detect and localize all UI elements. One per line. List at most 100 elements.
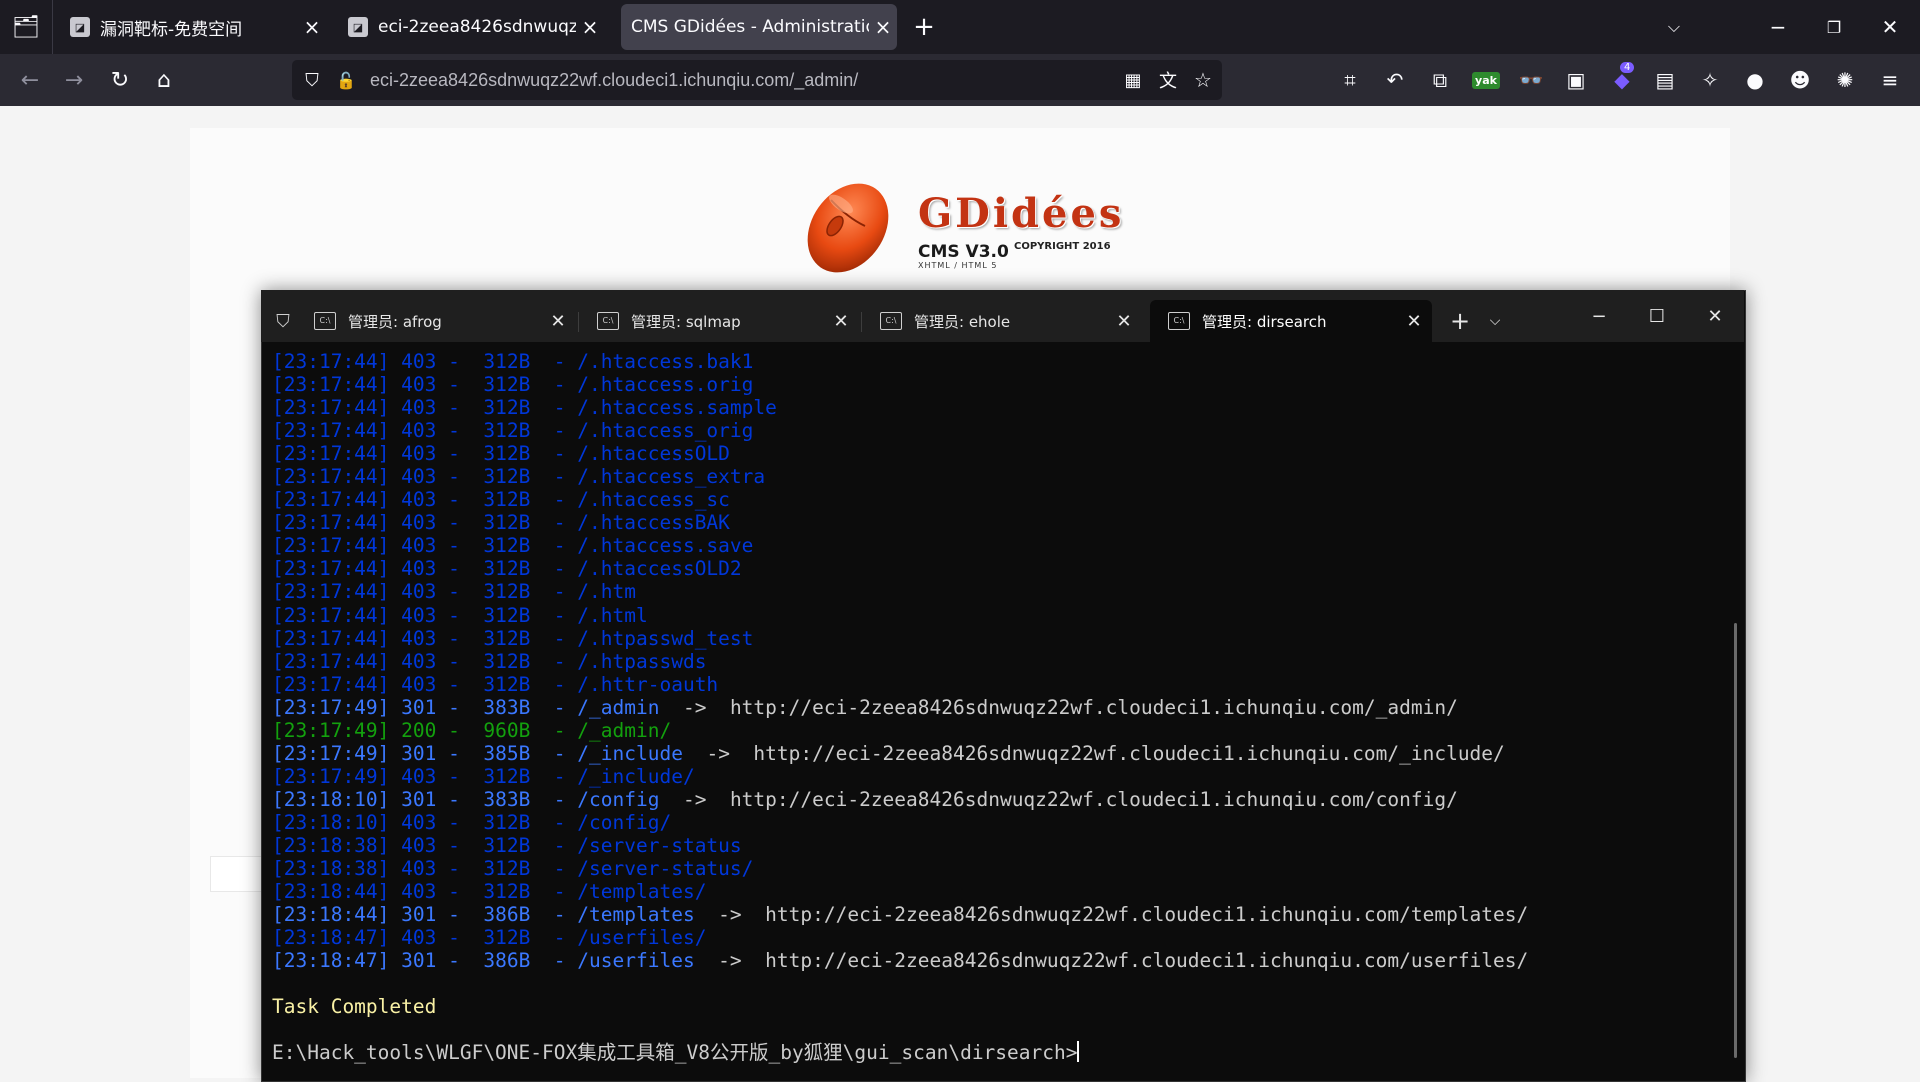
log-line: [23:18:47] 403 - 312B - /userfiles/ <box>272 926 1712 949</box>
log-size: 312B <box>483 649 531 673</box>
log-dash: - <box>530 649 578 673</box>
record-icon[interactable]: ● <box>1735 60 1775 100</box>
yak-extension-icon[interactable]: yak <box>1466 60 1506 100</box>
log-path: /templates <box>577 903 695 927</box>
log-space <box>389 857 401 880</box>
browser-tab-title: CMS GDidées - Administration d <box>631 17 869 37</box>
insecure-lock-icon[interactable]: 🔓 <box>326 60 366 100</box>
log-time: [23:17:44] <box>272 465 390 489</box>
terminal-tab-ehole[interactable]: C:\ 管理员: ehole ✕ <box>862 300 1142 342</box>
log-line: [23:17:44] 403 - 312B - /.htaccess_sc <box>272 488 1712 511</box>
wallet-extension-icon[interactable]: ▣ <box>1556 60 1596 100</box>
forward-icon[interactable]: → <box>52 54 96 106</box>
log-dash: - <box>530 949 578 973</box>
log-space <box>389 604 401 627</box>
log-size: 312B <box>483 465 531 489</box>
close-tab-icon[interactable]: ✕ <box>823 311 859 332</box>
terminal-maximize-icon[interactable]: ☐ <box>1630 296 1684 336</box>
back-icon[interactable]: ← <box>8 54 52 106</box>
close-tab-icon[interactable]: ✕ <box>1106 311 1142 332</box>
home-icon[interactable]: ⌂ <box>142 54 186 106</box>
terminal-close-icon[interactable]: ✕ <box>1688 296 1742 336</box>
terminal-tab-sqlmap[interactable]: C:\ 管理员: sqlmap ✕ <box>579 300 859 342</box>
log-dash: - <box>436 787 484 811</box>
terminal-tab-label: 管理员: ehole <box>914 312 1011 331</box>
log-status-code: 301 <box>401 787 437 811</box>
log-space <box>389 880 401 903</box>
fox-extension-icon[interactable]: ☻ <box>1780 60 1820 100</box>
log-time: [23:17:49] <box>272 741 390 765</box>
log-size: 312B <box>483 534 531 558</box>
log-status-code: 200 <box>401 718 437 742</box>
log-line: [23:18:38] 403 - 312B - /server-status/ <box>272 857 1712 880</box>
dropdown-chevron-icon[interactable]: ⌵ <box>1480 300 1510 342</box>
minimize-icon[interactable]: − <box>1750 0 1806 54</box>
log-size: 385B <box>483 741 531 765</box>
log-status-code: 301 <box>401 695 437 719</box>
menu-icon[interactable]: ≡ <box>1870 60 1910 100</box>
close-tab-icon[interactable]: × <box>576 15 604 39</box>
restore-icon[interactable]: ❐ <box>1806 0 1862 54</box>
crop-screenshot-icon[interactable]: ⌗ <box>1330 60 1370 100</box>
undo-icon[interactable]: ↶ <box>1375 60 1415 100</box>
log-path: /.htaccess_extra <box>577 465 766 489</box>
log-path: /.htm <box>577 580 636 604</box>
log-redirect-url: http://eci-2zeea8426sdnwuqz22wf.cloudeci… <box>765 949 1529 973</box>
url-text[interactable]: eci-2zeea8426sdnwuqz22wf.cloudeci1.ichun… <box>370 60 858 100</box>
list-all-tabs-chevron-icon[interactable]: ⌵ <box>1646 0 1702 54</box>
log-path: /.htaccess.save <box>577 534 754 558</box>
log-space <box>389 396 401 419</box>
new-tab-icon[interactable]: + <box>904 4 944 50</box>
log-size: 312B <box>483 396 531 420</box>
qr-code-icon[interactable]: ▦ <box>1113 60 1153 100</box>
tab-favicon-icon: ◪ <box>348 17 368 37</box>
log-line: [23:18:38] 403 - 312B - /server-status <box>272 834 1712 857</box>
tab-list-icon[interactable]: 🗂 <box>0 0 53 54</box>
reload-icon[interactable]: ↻ <box>98 54 142 106</box>
terminal-scrollbar[interactable] <box>1734 623 1737 1058</box>
log-dash: - <box>530 741 578 765</box>
close-tab-icon[interactable]: × <box>298 15 326 39</box>
close-tab-icon[interactable]: ✕ <box>1396 311 1432 332</box>
close-window-icon[interactable]: ✕ <box>1862 0 1918 54</box>
log-path: /.htaccess_sc <box>577 488 730 512</box>
log-dash: - <box>436 488 484 512</box>
bookmark-star-icon[interactable]: ☆ <box>1183 60 1223 100</box>
log-status-code: 403 <box>401 442 437 466</box>
command-prompt[interactable]: E:\Hack_tools\WLGF\ONE-FOX集成工具箱_V8公开版_by… <box>272 1041 1712 1064</box>
log-dash: - <box>436 465 484 489</box>
browser-tab-3-active[interactable]: CMS GDidées - Administration d × <box>621 4 897 50</box>
tab-manager-icon[interactable]: ▤ <box>1645 60 1685 100</box>
terminal-tab-dirsearch[interactable]: C:\ 管理员: dirsearch ✕ <box>1150 300 1432 342</box>
log-line: [23:18:10] 301 - 383B - /config -> http:… <box>272 788 1712 811</box>
log-line: [23:17:44] 403 - 312B - /.httr-oauth <box>272 673 1712 696</box>
terminal-tab-afrog[interactable]: C:\ 管理员: afrog ✕ <box>296 300 576 342</box>
log-dash: - <box>436 880 484 904</box>
log-size: 312B <box>483 672 531 696</box>
extensions-puzzle-icon[interactable]: ⧉ <box>1420 60 1460 100</box>
cookie-icon[interactable]: ✺ <box>1825 60 1865 100</box>
log-dash: - <box>530 626 578 650</box>
log-time: [23:17:44] <box>272 442 390 466</box>
terminal-shield-icon[interactable]: ⛉ <box>270 300 296 342</box>
browser-tab-2[interactable]: ◪ eci-2zeea8426sdnwuqz22wf.c × <box>334 4 604 50</box>
log-size: 312B <box>483 511 531 535</box>
log-status-code: 403 <box>401 764 437 788</box>
log-size: 960B <box>483 718 531 742</box>
log-path: /.htpasswds <box>577 649 707 673</box>
new-terminal-tab-icon[interactable]: + <box>1440 300 1480 342</box>
log-space <box>389 557 401 580</box>
log-redirect-url: http://eci-2zeea8426sdnwuqz22wf.cloudeci… <box>729 787 1458 811</box>
close-tab-icon[interactable]: ✕ <box>540 311 576 332</box>
terminal-minimize-icon[interactable]: − <box>1572 296 1626 336</box>
glasses-extension-icon[interactable]: 👓 <box>1511 60 1551 100</box>
browser-tab-1[interactable]: ◪ 漏洞靶标-免费空间 × <box>56 4 326 50</box>
log-dash: - <box>530 857 578 881</box>
logo-subtitle: XHTML / HTML 5 <box>918 261 998 270</box>
translate-icon[interactable]: 文 <box>1148 60 1188 100</box>
translate-extension-icon[interactable]: ✧ <box>1690 60 1730 100</box>
log-status-code: 403 <box>401 534 437 558</box>
terminal-output[interactable]: [23:17:44] 403 - 312B - /.htaccess.bak1[… <box>272 350 1712 1070</box>
close-tab-icon[interactable]: × <box>869 15 897 39</box>
log-size: 312B <box>483 488 531 512</box>
